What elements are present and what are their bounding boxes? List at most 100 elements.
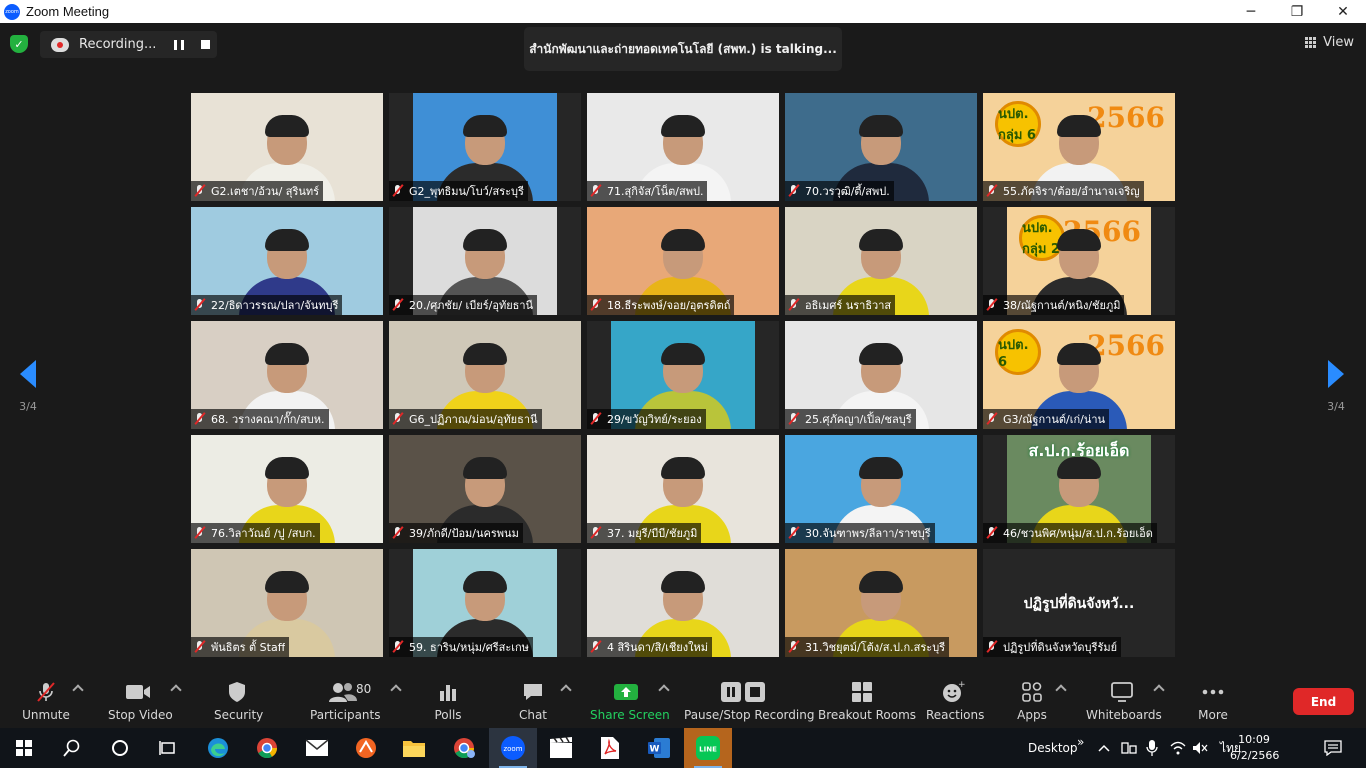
zoom-icon[interactable]: zoom	[489, 728, 537, 768]
search-icon[interactable]	[48, 728, 96, 768]
participant-tile[interactable]: 71.สุกิจัส/โน็ต/สพป.	[587, 93, 779, 201]
start-icon[interactable]	[0, 728, 48, 768]
title-bar: zoom Zoom Meeting ─ ❐ ✕	[0, 0, 1366, 23]
chrome-profile-icon[interactable]	[440, 728, 488, 768]
whiteboards-button[interactable]: Whiteboards	[1086, 680, 1162, 722]
cortana-icon[interactable]	[96, 728, 144, 768]
participant-name-bar: 31.วิชยุตม์/โต้ง/ส.ป.ก.สระบุรี	[785, 637, 950, 657]
participant-name-bar: 29/ขวัญวิทย์/ระยอง	[587, 409, 706, 429]
participant-tile[interactable]: 25.ศุภัคญา/เปิ้ล/ชลบุรี	[785, 321, 977, 429]
participant-name: G2_พุทธิมน/โบว์/สระบุรี	[409, 185, 524, 198]
video-options-caret-icon[interactable]	[170, 684, 182, 696]
participant-tile[interactable]: ปฏิรูปที่ดินจังหวั... ปฏิรูปที่ดินจังหวัด…	[983, 549, 1175, 657]
encryption-shield-icon[interactable]: ✓	[10, 35, 28, 53]
participant-hair	[859, 229, 903, 251]
wifi-icon[interactable]	[1170, 728, 1186, 768]
microphone-muted-icon	[392, 299, 404, 311]
maximize-button[interactable]: ❐	[1274, 0, 1320, 23]
participants-button[interactable]: 80 Participants	[310, 680, 381, 722]
show-hidden-icons-icon[interactable]	[1097, 728, 1111, 768]
view-button[interactable]: View	[1305, 35, 1354, 50]
participant-hair	[859, 343, 903, 365]
task-view-icon[interactable]	[144, 728, 192, 768]
microphone-muted-icon	[986, 527, 998, 539]
participant-tile[interactable]: 4 สิรินดา/สิ/เชียงใหม่	[587, 549, 779, 657]
participant-hair	[463, 343, 507, 365]
minimize-button[interactable]: ─	[1228, 0, 1274, 23]
end-meeting-button[interactable]: End	[1293, 688, 1354, 715]
participant-hair	[265, 571, 309, 593]
file-explorer-icon[interactable]	[390, 728, 438, 768]
pause-stop-recording-button[interactable]: Pause/Stop Recording	[684, 680, 814, 722]
participant-hair	[265, 343, 309, 365]
participant-tile[interactable]: 31.วิชยุตม์/โต้ง/ส.ป.ก.สระบุรี	[785, 549, 977, 657]
share-screen-button[interactable]: Share Screen	[590, 680, 670, 722]
participant-tile[interactable]: พันธิตร ตั้ Staff	[191, 549, 383, 657]
participant-name-bar: ปฏิรูปที่ดินจังหวัดบุรีรัมย์	[983, 637, 1122, 657]
chrome-icon[interactable]	[243, 728, 291, 768]
participant-tile[interactable]: 2566 นปต. 6 G3/ณัฐกานต์/เก่/น่าน	[983, 321, 1175, 429]
participants-caret-icon[interactable]	[390, 684, 402, 696]
participant-name-bar: G6_ปฏิภาณ/ม่อน/อุทัยธานี	[389, 409, 542, 429]
toolbar-overflow-icon[interactable]: »	[1077, 722, 1084, 762]
more-button[interactable]: More	[1196, 680, 1230, 722]
gallery-grid: G2.เตชา/อ้วน/ สุรินทร์ G2_พุทธิมน/โบว์/สร…	[191, 93, 1175, 657]
polls-button[interactable]: Polls	[432, 680, 464, 722]
audio-options-caret-icon[interactable]	[72, 684, 84, 696]
participant-name: 20./ศุภชัย/ เบียร์/อุทัยธานี	[409, 299, 534, 312]
chat-button[interactable]: Chat	[518, 680, 548, 722]
app-orange-icon[interactable]	[342, 728, 390, 768]
participant-tile[interactable]: อธิเมศร์ นราธิวาส	[785, 207, 977, 315]
previous-page-button[interactable]: 3/4	[8, 360, 48, 413]
apps-button[interactable]: Apps	[1016, 680, 1048, 722]
participant-tile[interactable]: 2566 นปต. กลุ่ม 2 38/ณัฐกานต์/หนิง/ชัยภูมิ	[983, 207, 1175, 315]
video-editor-icon[interactable]	[537, 728, 585, 768]
word-icon[interactable]: W	[635, 728, 683, 768]
breakout-rooms-button[interactable]: Breakout Rooms	[818, 680, 916, 722]
microphone-muted-icon	[392, 527, 404, 539]
participant-name-bar: 68. วรางคณา/กั๊ก/สบห.	[191, 409, 329, 429]
apps-caret-icon[interactable]	[1055, 684, 1067, 696]
taskbar-clock[interactable]: 10:09 6/2/2566	[1230, 732, 1280, 764]
participant-tile[interactable]: 30.จันฑาพร/ลีลาา/ราชบุรี	[785, 435, 977, 543]
microphone-muted-icon	[194, 641, 206, 653]
notifications-icon[interactable]	[1324, 728, 1342, 768]
participant-tile[interactable]: 20./ศุภชัย/ เบียร์/อุทัยธานี	[389, 207, 581, 315]
stop-recording-icon[interactable]	[201, 40, 210, 49]
participant-tile[interactable]: 76.วิลาวัณย์ /ปู /สบก.	[191, 435, 383, 543]
participant-tile[interactable]: 29/ขวัญวิทย์/ระยอง	[587, 321, 779, 429]
participant-tile[interactable]: G2.เตชา/อ้วน/ สุรินทร์	[191, 93, 383, 201]
line-icon[interactable]: LINE	[684, 728, 732, 768]
volume-muted-icon[interactable]	[1192, 728, 1208, 768]
mail-icon[interactable]	[293, 728, 341, 768]
participant-tile[interactable]: 18.ธีระพงษ์/จอย/อุตรดิตถ์	[587, 207, 779, 315]
edge-icon[interactable]	[194, 728, 242, 768]
participant-tile[interactable]: 70.วรวุฒิ/ตี้/สพป.	[785, 93, 977, 201]
participant-tile[interactable]: G2_พุทธิมน/โบว์/สระบุรี	[389, 93, 581, 201]
participant-tile[interactable]: 39/ภักดี/ป้อม/นครพนม	[389, 435, 581, 543]
reactions-button[interactable]: + Reactions	[926, 680, 984, 722]
participant-tile[interactable]: 59. ธาริน/หนุ่ม/ศรีสะเกษ	[389, 549, 581, 657]
participant-tile[interactable]: 2566 นปต. กลุ่ม 6 55.ภัคจิรา/ต้อย/อำนาจเจร…	[983, 93, 1175, 201]
participant-tile[interactable]: ส.ป.ก.ร้อยเอ็ด 46/ชวนพิศ/หนุ่ม/ส.ป.ก.ร้อย…	[983, 435, 1175, 543]
clock-date: 6/2/2566	[1230, 749, 1280, 762]
chat-caret-icon[interactable]	[560, 684, 572, 696]
participant-tile[interactable]: G6_ปฏิภาณ/ม่อน/อุทัยธานี	[389, 321, 581, 429]
next-page-button[interactable]: 3/4	[1316, 360, 1356, 413]
network-adapter-icon[interactable]	[1120, 728, 1138, 768]
participant-hair	[1057, 457, 1101, 479]
pause-recording-icon[interactable]	[174, 40, 184, 50]
participant-tile[interactable]: 68. วรางคณา/กั๊ก/สบห.	[191, 321, 383, 429]
microphone-tray-icon[interactable]	[1146, 728, 1158, 768]
pdf-icon[interactable]	[586, 728, 634, 768]
grid-view-icon	[1305, 36, 1318, 49]
security-button[interactable]: Security	[214, 680, 263, 722]
participant-tile[interactable]: 37. มยุรี/บีบี/ชัยภูมิ	[587, 435, 779, 543]
view-label: View	[1323, 35, 1354, 50]
participant-tile[interactable]: 22/ธิดาวรรณ/ปลา/จันทบุรี	[191, 207, 383, 315]
unmute-button[interactable]: Unmute	[20, 680, 72, 722]
participant-name: ปฏิรูปที่ดินจังหวัดบุรีรัมย์	[1003, 641, 1118, 654]
close-button[interactable]: ✕	[1320, 0, 1366, 23]
desktop-toolbar-label[interactable]: Desktop	[1028, 728, 1078, 768]
stop-video-button[interactable]: Stop Video	[108, 680, 173, 722]
